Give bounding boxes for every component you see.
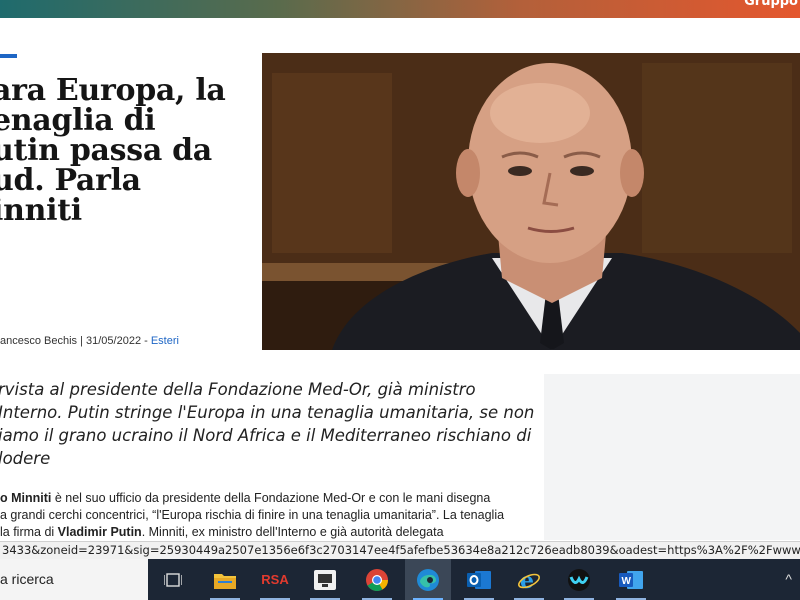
body-line: a grandi cerchi concentrici, “l'Europa r…: [0, 508, 505, 522]
title-line: ud. Parla: [0, 163, 141, 198]
task-view-icon[interactable]: [150, 559, 196, 600]
body-text: è nel suo ufficio da presidente della Fo…: [51, 491, 491, 505]
lead-line: lodere: [0, 449, 51, 468]
article-body: o Minniti è nel suo ufficio da president…: [0, 490, 530, 541]
title-accent-line: [0, 54, 17, 58]
webex-icon[interactable]: [556, 559, 602, 600]
taskbar-search-box[interactable]: a ricerca: [0, 559, 148, 600]
svg-text:W: W: [622, 576, 632, 587]
outlook-icon[interactable]: [456, 559, 502, 600]
article-title: ara Europa, la enaglia di utin passa da …: [0, 76, 242, 226]
file-explorer-icon[interactable]: [202, 559, 248, 600]
brand-logo-text[interactable]: Gruppo: [744, 0, 798, 9]
body-bold-name: Vladimir Putin: [57, 525, 142, 539]
portrait-illustration: [262, 53, 800, 350]
body-line: o Minniti è nel suo ufficio da president…: [0, 490, 530, 507]
show-hidden-icons-chevron-icon[interactable]: ^: [785, 571, 792, 587]
word-icon[interactable]: W: [608, 559, 654, 600]
chrome-icon[interactable]: [354, 559, 400, 600]
edge-icon[interactable]: [405, 559, 451, 600]
site-header-bar: Gruppo: [0, 0, 800, 18]
category-link[interactable]: Esteri: [151, 335, 179, 347]
network-app-icon[interactable]: [302, 559, 348, 600]
windows-taskbar: a ricerca RSA e W ^: [0, 559, 800, 600]
lead-line: iamo il grano ucraino il Nord Africa e i…: [0, 426, 532, 445]
title-line: utin passa da: [0, 133, 212, 168]
article-lead: rvista al presidente della Fondazione Me…: [0, 378, 535, 470]
rsa-app-icon[interactable]: RSA: [252, 559, 298, 600]
title-line: enaglia di: [0, 103, 156, 138]
rsa-label: RSA: [261, 572, 289, 587]
lead-line: Interno. Putin stringe l'Europa in una t…: [0, 403, 535, 422]
internet-explorer-icon[interactable]: e: [506, 559, 552, 600]
body-line: la firma di Vladimir Putin. Minniti, ex …: [0, 524, 530, 541]
body-text: . Minniti, ex ministro dell'Interno e gi…: [141, 525, 444, 539]
lead-line: rvista al presidente della Fondazione Me…: [0, 380, 476, 399]
body-bold-name: o Minniti: [0, 491, 52, 505]
status-url-bar: 3433&zoneid=23971&sig=25930449a2507e1356…: [0, 541, 800, 559]
title-line: inniti: [0, 193, 82, 228]
byline-author-date: ancesco Bechis | 31/05/2022 -: [0, 335, 151, 347]
ad-placeholder[interactable]: [544, 374, 800, 540]
title-line: ara Europa, la: [0, 73, 226, 108]
article-byline: ancesco Bechis | 31/05/2022 - Esteri: [0, 335, 179, 347]
body-text: la firma di: [0, 525, 58, 539]
article-photo: [262, 53, 800, 350]
